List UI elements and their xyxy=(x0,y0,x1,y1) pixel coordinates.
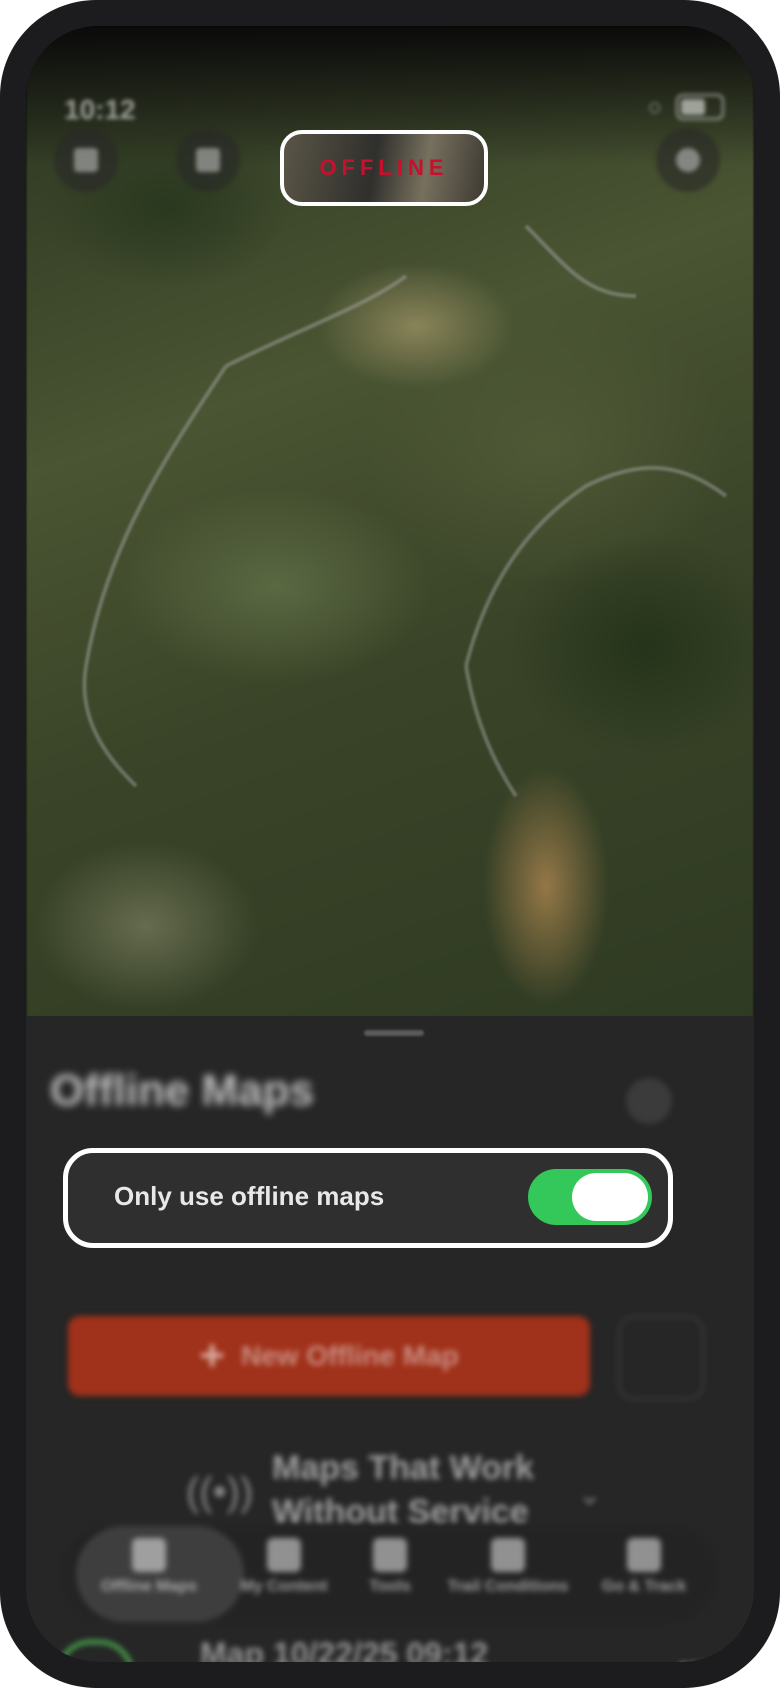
layers-icon xyxy=(196,148,220,172)
search-button[interactable] xyxy=(656,128,720,192)
folder-icon xyxy=(267,1538,301,1572)
trail-conditions-icon xyxy=(491,1538,525,1572)
wifi-icon: ○ xyxy=(647,94,663,121)
status-time: 10:12 xyxy=(64,94,136,125)
new-offline-map-button[interactable]: + New Offline Map xyxy=(68,1316,590,1396)
phone-frame: 10:12 ○ OFFLINE Offline Maps + New Offli… xyxy=(0,0,780,1688)
offline-badge: OFFLINE xyxy=(280,130,488,206)
more-options-button[interactable] xyxy=(626,1078,672,1124)
chevron-down-icon: ⌄ xyxy=(578,1479,602,1510)
offline-only-switch[interactable] xyxy=(528,1169,652,1225)
menu-icon xyxy=(74,148,98,172)
download-progress-ring xyxy=(56,1640,134,1662)
tab-bar: Offline Maps My Content Tools Trail Cond… xyxy=(62,1526,718,1622)
tools-icon xyxy=(373,1538,407,1572)
side-button xyxy=(0,300,4,360)
offline-only-toggle-row[interactable]: Only use offline maps xyxy=(63,1148,673,1248)
layers-button[interactable] xyxy=(176,128,240,192)
switch-knob xyxy=(572,1173,648,1221)
offline-maps-icon xyxy=(132,1538,166,1572)
tab-tools[interactable]: Tools xyxy=(348,1526,432,1622)
menu-button[interactable] xyxy=(54,128,118,192)
tab-my-content[interactable]: My Content xyxy=(222,1526,346,1622)
track-icon xyxy=(627,1538,661,1572)
list-item[interactable]: Map 10/22/25 09:12 ••• xyxy=(56,1636,746,1662)
tab-go-track[interactable]: Go & Track xyxy=(584,1526,704,1622)
offline-label: OFFLINE xyxy=(319,155,449,180)
tab-trail-conditions[interactable]: Trail Conditions xyxy=(434,1526,582,1622)
screen: 10:12 ○ OFFLINE Offline Maps + New Offli… xyxy=(26,26,754,1662)
plus-icon: + xyxy=(199,1331,225,1380)
promo-text: Maps That Work Without Service xyxy=(272,1449,534,1531)
new-offline-map-label: New Offline Map xyxy=(240,1340,459,1371)
status-icons: ○ xyxy=(647,94,724,122)
sheet-title: Offline Maps xyxy=(50,1066,315,1115)
toggle-label: Only use offline maps xyxy=(114,1181,385,1211)
map-title: Map 10/22/25 09:12 xyxy=(200,1636,489,1662)
offline-signal-icon: ((•)) xyxy=(186,1470,254,1514)
search-icon xyxy=(676,148,700,172)
more-icon[interactable]: ••• xyxy=(679,1650,708,1662)
battery-icon xyxy=(676,94,724,120)
edit-button[interactable] xyxy=(618,1316,704,1400)
tab-offline-maps[interactable]: Offline Maps xyxy=(76,1526,244,1622)
sheet-grabber[interactable] xyxy=(364,1030,424,1036)
